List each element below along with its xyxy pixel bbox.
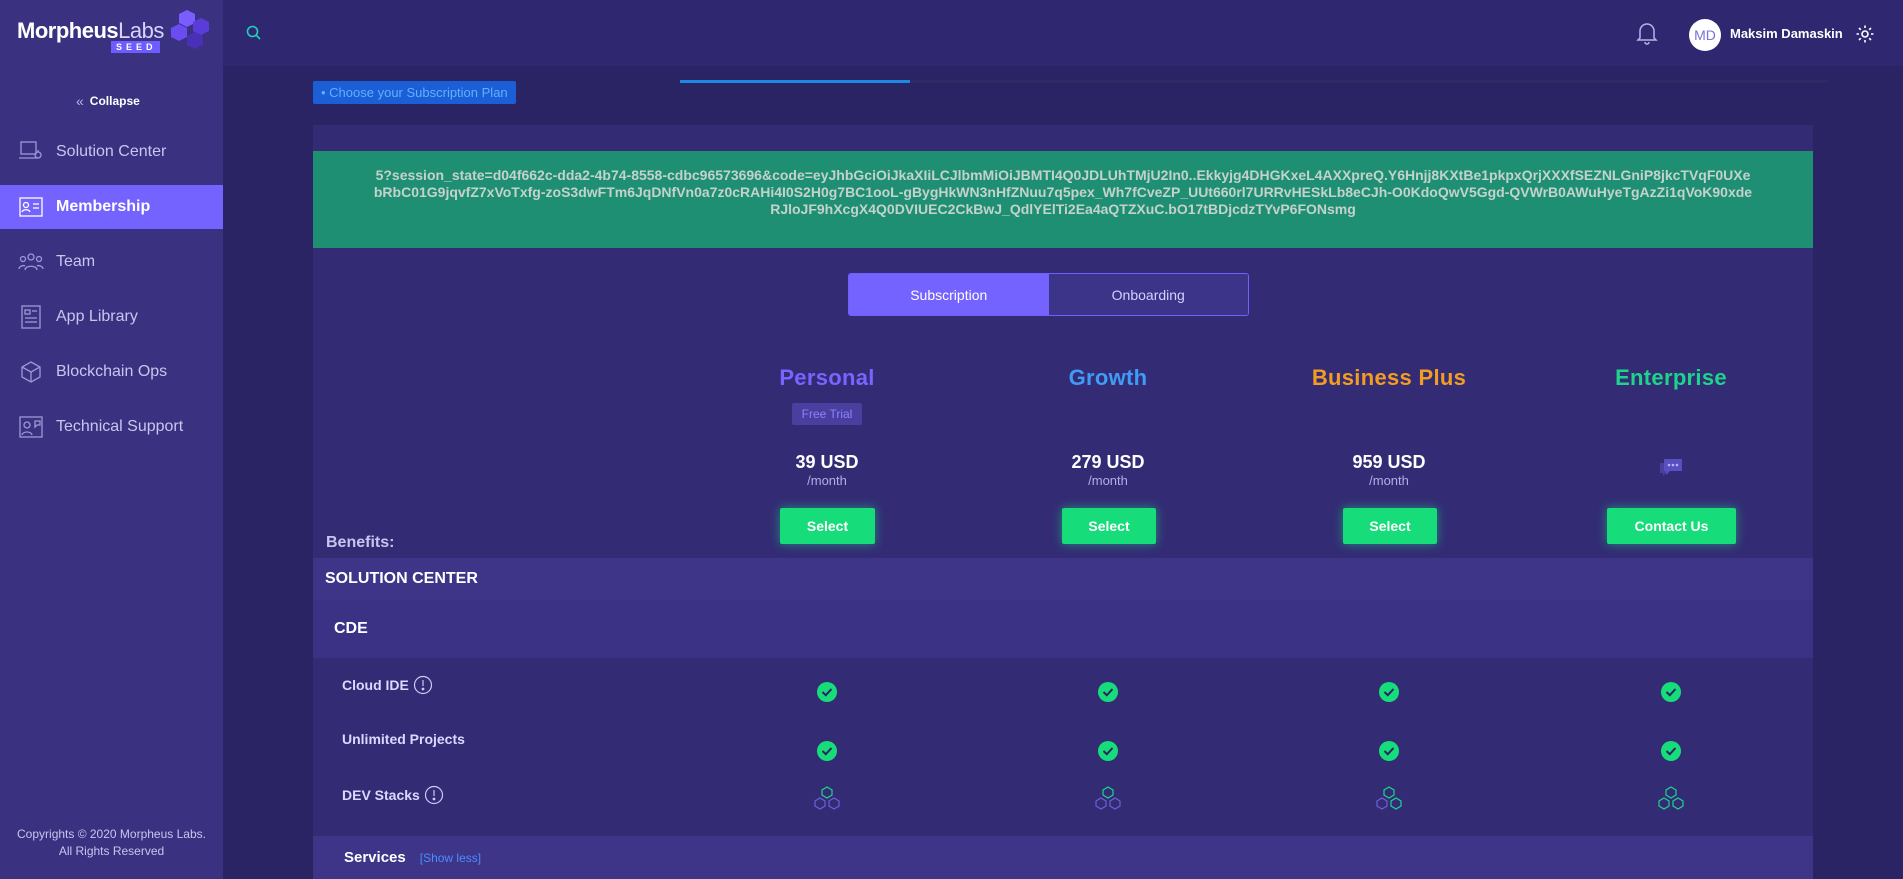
- select-personal-button[interactable]: Select: [780, 508, 875, 544]
- sidebar: MorpheusLabs SEED « Collapse Solution Ce…: [0, 0, 223, 879]
- sidebar-item-solution-center[interactable]: Solution Center: [0, 130, 223, 174]
- technical-support-icon: [19, 416, 43, 438]
- section-cde: CDE: [313, 600, 1813, 658]
- check-circle-icon: [1379, 741, 1399, 761]
- plan-period: /month: [807, 473, 847, 488]
- plan-enterprise: Enterprise: [1561, 365, 1781, 395]
- sidebar-item-label: Solution Center: [56, 143, 167, 160]
- check-circle-icon: [1098, 741, 1118, 761]
- sidebar-item-label: Technical Support: [56, 418, 184, 435]
- bell-icon[interactable]: [1635, 20, 1659, 46]
- feature-row-unlimited-projects: Unlimited Projects: [313, 713, 1813, 768]
- show-less-link[interactable]: [Show less]: [420, 851, 481, 865]
- tab-subscription[interactable]: Subscription: [849, 274, 1049, 315]
- plan-personal: Personal Free Trial: [717, 365, 937, 425]
- info-icon[interactable]: [424, 785, 444, 805]
- dev-stacks-level-1-icon: [814, 786, 840, 810]
- feature-row-dev-stacks: DEV Stacks: [313, 768, 1813, 823]
- dev-stacks-level-3-icon: [1658, 786, 1684, 810]
- sidebar-item-team[interactable]: Team: [0, 240, 223, 284]
- top-bar: MD Maksim Damaskin: [223, 0, 1903, 66]
- plan-price: 279 USD: [1071, 452, 1145, 472]
- wizard-step-label: • Choose your Subscription Plan: [313, 81, 516, 104]
- logo-seed-badge: SEED: [111, 41, 160, 53]
- section-title: CDE: [334, 620, 368, 637]
- plan-growth: Growth: [998, 365, 1218, 395]
- benefits-label: Benefits:: [326, 534, 395, 551]
- collapse-label: Collapse: [89, 94, 140, 108]
- plan-period: /month: [1369, 473, 1409, 488]
- search-icon[interactable]: [245, 24, 263, 42]
- contact-us-button[interactable]: Contact Us: [1607, 508, 1736, 544]
- collapse-sidebar-button[interactable]: « Collapse: [76, 93, 140, 109]
- feature-label-text: DEV Stacks: [342, 787, 420, 803]
- feature-label: Cloud IDE: [342, 675, 433, 695]
- feature-label-text: Unlimited Projects: [342, 731, 465, 747]
- membership-icon: [19, 197, 43, 217]
- plan-name: Business Plus: [1311, 365, 1467, 390]
- select-growth-button[interactable]: Select: [1062, 508, 1156, 544]
- sidebar-item-blockchain-ops[interactable]: Blockchain Ops: [0, 350, 223, 394]
- sidebar-item-app-library[interactable]: App Library: [0, 295, 223, 339]
- gear-icon[interactable]: [1855, 24, 1875, 44]
- info-icon[interactable]: [413, 675, 433, 695]
- sidebar-item-label: Membership: [56, 198, 151, 215]
- chat-bubble-icon: [1660, 459, 1682, 476]
- section-title: SOLUTION CENTER: [325, 570, 478, 587]
- plan-price: 959 USD: [1352, 452, 1426, 472]
- section-services: Services [Show less]: [313, 836, 1813, 879]
- check-circle-icon: [817, 682, 837, 702]
- plan-name: Enterprise: [1615, 365, 1727, 390]
- app-library-icon: [21, 305, 41, 329]
- sidebar-item-label: Team: [56, 253, 96, 270]
- blockchain-ops-icon: [21, 361, 41, 383]
- dev-stacks-level-2-icon: [1376, 786, 1402, 810]
- wizard-progress-fill: [680, 80, 910, 83]
- copyright-line-1: Copyrights © 2020 Morpheus Labs.: [17, 827, 206, 841]
- sidebar-nav: Solution Center Membership Team App Libr…: [0, 130, 223, 460]
- section-solution-center: SOLUTION CENTER: [313, 558, 1813, 600]
- plan-period: /month: [1088, 473, 1128, 488]
- plan-price: 39 USD: [795, 452, 859, 472]
- tab-onboarding[interactable]: Onboarding: [1048, 274, 1248, 315]
- feature-label-text: Cloud IDE: [342, 677, 409, 693]
- feature-label: Unlimited Projects: [342, 731, 465, 747]
- wizard-progress-bar: [680, 80, 1828, 83]
- copyright-text: Copyrights © 2020 Morpheus Labs. All Rig…: [0, 826, 223, 860]
- plan-name: Growth: [1068, 365, 1148, 390]
- plan-type-toggle: Subscription Onboarding: [848, 273, 1249, 316]
- copyright-line-2: All Rights Reserved: [58, 844, 165, 858]
- check-circle-icon: [1661, 741, 1681, 761]
- check-circle-icon: [1098, 682, 1118, 702]
- avatar[interactable]: MD: [1689, 19, 1721, 51]
- plan-business-plus: Business Plus: [1279, 365, 1499, 395]
- logo-cubes-icon: [171, 10, 209, 49]
- check-circle-icon: [1379, 682, 1399, 702]
- team-icon: [18, 253, 44, 271]
- subscription-card: 5?session_state=d04f662c-dda2-4b74-8558-…: [313, 125, 1813, 879]
- sidebar-item-label: Blockchain Ops: [56, 363, 168, 380]
- solution-center-icon: [19, 141, 42, 159]
- select-business-plus-button[interactable]: Select: [1343, 508, 1437, 544]
- double-chevron-left-icon: «: [76, 93, 84, 109]
- morpheus-labs-logo[interactable]: MorpheusLabs SEED: [17, 10, 209, 58]
- free-trial-badge: Free Trial: [791, 403, 863, 425]
- sidebar-item-technical-support[interactable]: Technical Support: [0, 405, 223, 449]
- sidebar-item-label: App Library: [56, 308, 138, 325]
- user-name[interactable]: Maksim Damaskin: [1730, 26, 1843, 41]
- feature-row-cloud-ide: Cloud IDE: [313, 658, 1813, 713]
- feature-label: DEV Stacks: [342, 785, 444, 805]
- check-circle-icon: [1661, 682, 1681, 702]
- plan-name: Personal: [779, 365, 875, 390]
- check-circle-icon: [817, 741, 837, 761]
- session-banner: 5?session_state=d04f662c-dda2-4b74-8558-…: [313, 151, 1813, 248]
- dev-stacks-level-1-icon: [1095, 786, 1121, 810]
- section-title: Services: [344, 849, 406, 866]
- sidebar-item-membership[interactable]: Membership: [0, 185, 223, 229]
